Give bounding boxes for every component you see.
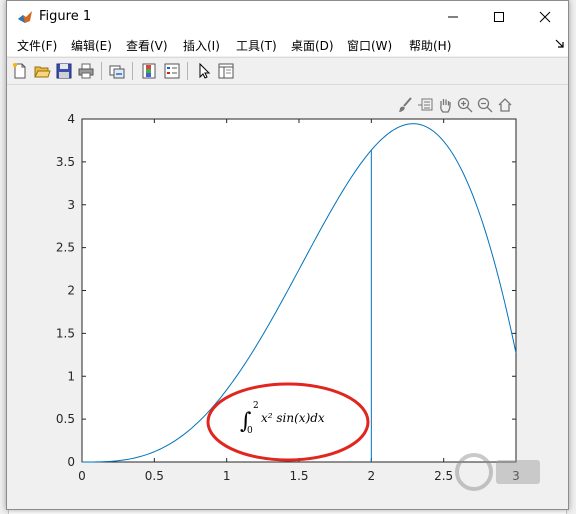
y-tick-label: 1.5 <box>56 326 75 340</box>
x-tick-label: 2.5 <box>434 469 453 483</box>
figure-window: Figure 1 文件(F) 编辑(E) 查看(V) 插入(I) 工具(T) 桌… <box>6 0 569 510</box>
y-tick-label: 2 <box>67 284 75 298</box>
y-tick-label: 1 <box>67 369 75 383</box>
x-tick-label: 1.5 <box>289 469 308 483</box>
x-tick-label: 0 <box>78 469 86 483</box>
integrand-text: x² sin(x)dx <box>261 411 325 425</box>
watermark-logo <box>455 453 540 491</box>
x-tick-label: 2 <box>368 469 376 483</box>
x-tick-label: 1 <box>223 469 231 483</box>
y-tick-label: 0.5 <box>56 412 75 426</box>
integral-lower-limit: 0 <box>247 426 253 436</box>
y-tick-label: 2.5 <box>56 241 75 255</box>
y-tick-label: 3 <box>67 198 75 212</box>
x-tick-label: 0.5 <box>145 469 164 483</box>
integral-upper-limit: 2 <box>253 401 259 411</box>
plot-area: 00.511.522.533.54 00.511.522.53 ∫ 2 0 x²… <box>56 112 520 483</box>
y-tick-label: 4 <box>67 112 75 126</box>
y-tick-label: 3.5 <box>56 155 75 169</box>
y-tick-label: 0 <box>67 455 75 469</box>
